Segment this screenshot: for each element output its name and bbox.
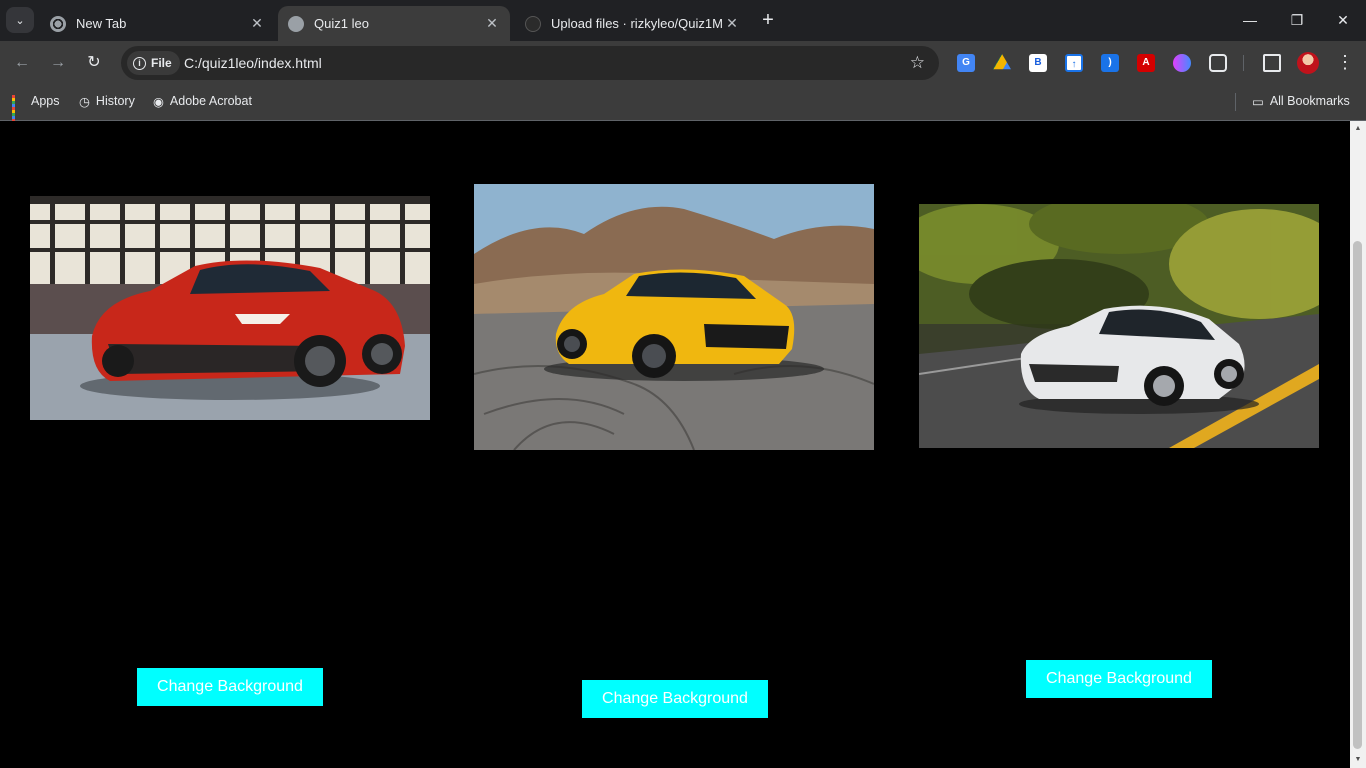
tab-title: New Tab bbox=[76, 16, 127, 31]
google-translate-icon[interactable]: G bbox=[957, 54, 975, 72]
tab-search-button[interactable]: ⌄ bbox=[6, 7, 34, 33]
apps-grid-icon bbox=[12, 94, 25, 122]
bookmark-history[interactable]: ◷ History bbox=[79, 93, 135, 109]
bookmarks-bar: Apps ◷ History ◉ Adobe Acrobat ▭ All Boo… bbox=[0, 85, 1366, 122]
history-clock-icon: ◷ bbox=[79, 94, 90, 109]
all-bookmarks[interactable]: ▭ All Bookmarks bbox=[1252, 93, 1350, 109]
tab-new-tab[interactable]: New Tab ✕ bbox=[40, 6, 275, 41]
chevron-down-icon: ⌄ bbox=[15, 14, 25, 27]
info-icon: i bbox=[133, 56, 146, 70]
change-background-button-1[interactable]: Change Background bbox=[137, 668, 323, 706]
chrome-icon bbox=[50, 15, 66, 32]
profile-avatar[interactable] bbox=[1297, 52, 1319, 74]
change-background-button-3[interactable]: Change Background bbox=[1026, 660, 1212, 698]
globe-icon: ◉ bbox=[153, 94, 164, 109]
browser-toolbar: ← → ↻ i File C:/quiz1leo/index.html ☆ G … bbox=[0, 41, 1366, 85]
upload-icon[interactable]: ↑ bbox=[1065, 54, 1083, 72]
kebab-menu-icon[interactable]: ⋮ bbox=[1336, 51, 1354, 75]
close-icon[interactable]: ✕ bbox=[247, 15, 267, 32]
url-text[interactable]: C:/quiz1leo/index.html bbox=[184, 55, 322, 71]
toolbar-divider bbox=[1243, 55, 1244, 71]
change-background-button-2[interactable]: Change Background bbox=[582, 680, 768, 718]
tab-upload-files[interactable]: Upload files · rizkyleo/Quiz1M.R ✕ bbox=[515, 6, 750, 41]
site-info-chip[interactable]: i File bbox=[127, 51, 180, 75]
tab-strip: ⌄ New Tab ✕ Quiz1 leo ✕ Upload files · r… bbox=[0, 0, 1366, 41]
bookmark-star-icon[interactable]: ☆ bbox=[910, 53, 925, 73]
scroll-up-arrow-icon[interactable]: ▲ bbox=[1353, 124, 1363, 134]
globe-icon bbox=[288, 15, 304, 32]
puzzle-extensions-icon[interactable] bbox=[1209, 54, 1227, 72]
restore-button[interactable]: ❐ bbox=[1285, 9, 1309, 31]
bitwarden-icon[interactable]: B bbox=[1029, 54, 1047, 72]
forward-arrow-icon[interactable]: → bbox=[47, 52, 69, 74]
folder-icon: ▭ bbox=[1252, 94, 1264, 109]
car-image-red-mustang bbox=[30, 196, 430, 420]
bookmark-label: Adobe Acrobat bbox=[169, 94, 252, 108]
page-scrollbar[interactable]: ▲ ▼ bbox=[1350, 121, 1366, 768]
bookmark-apps[interactable]: Apps bbox=[12, 93, 60, 122]
google-drive-icon[interactable] bbox=[993, 54, 1011, 70]
bookmark-adobe-acrobat[interactable]: ◉ Adobe Acrobat bbox=[153, 93, 252, 109]
page-viewport: Change Background Change Background Chan… bbox=[0, 121, 1350, 768]
tab-title: Quiz1 leo bbox=[314, 16, 369, 31]
adobe-pdf-icon[interactable]: A bbox=[1137, 54, 1155, 72]
close-icon[interactable]: ✕ bbox=[722, 15, 742, 32]
address-bar[interactable]: i File C:/quiz1leo/index.html ☆ bbox=[121, 46, 939, 80]
scroll-down-arrow-icon[interactable]: ▼ bbox=[1353, 755, 1363, 765]
bookmark-label: History bbox=[95, 94, 135, 108]
reload-icon[interactable]: ↻ bbox=[83, 52, 105, 74]
tab-quiz1-leo[interactable]: Quiz1 leo ✕ bbox=[278, 6, 510, 41]
tab-title: Upload files · rizkyleo/Quiz1M.R bbox=[551, 16, 722, 31]
car-image-white-camaro bbox=[919, 204, 1319, 448]
back-arrow-icon[interactable]: ← bbox=[11, 52, 33, 74]
bookmark-label: All Bookmarks bbox=[1269, 94, 1350, 108]
scrollbar-thumb[interactable] bbox=[1353, 241, 1362, 749]
bookmark-label: Apps bbox=[31, 94, 60, 108]
brain-icon[interactable] bbox=[1173, 54, 1191, 72]
nfc-icon[interactable]: ) bbox=[1101, 54, 1119, 72]
side-panel-icon[interactable] bbox=[1263, 54, 1281, 72]
new-tab-button[interactable]: + bbox=[758, 9, 778, 31]
site-info-label: File bbox=[151, 56, 172, 70]
minimize-button[interactable]: — bbox=[1238, 9, 1262, 31]
window-close-button[interactable]: ✕ bbox=[1331, 9, 1355, 31]
close-icon[interactable]: ✕ bbox=[482, 15, 502, 32]
car-image-yellow-mustang bbox=[474, 184, 874, 450]
github-icon bbox=[525, 15, 541, 32]
bookmarks-divider bbox=[1235, 93, 1236, 111]
